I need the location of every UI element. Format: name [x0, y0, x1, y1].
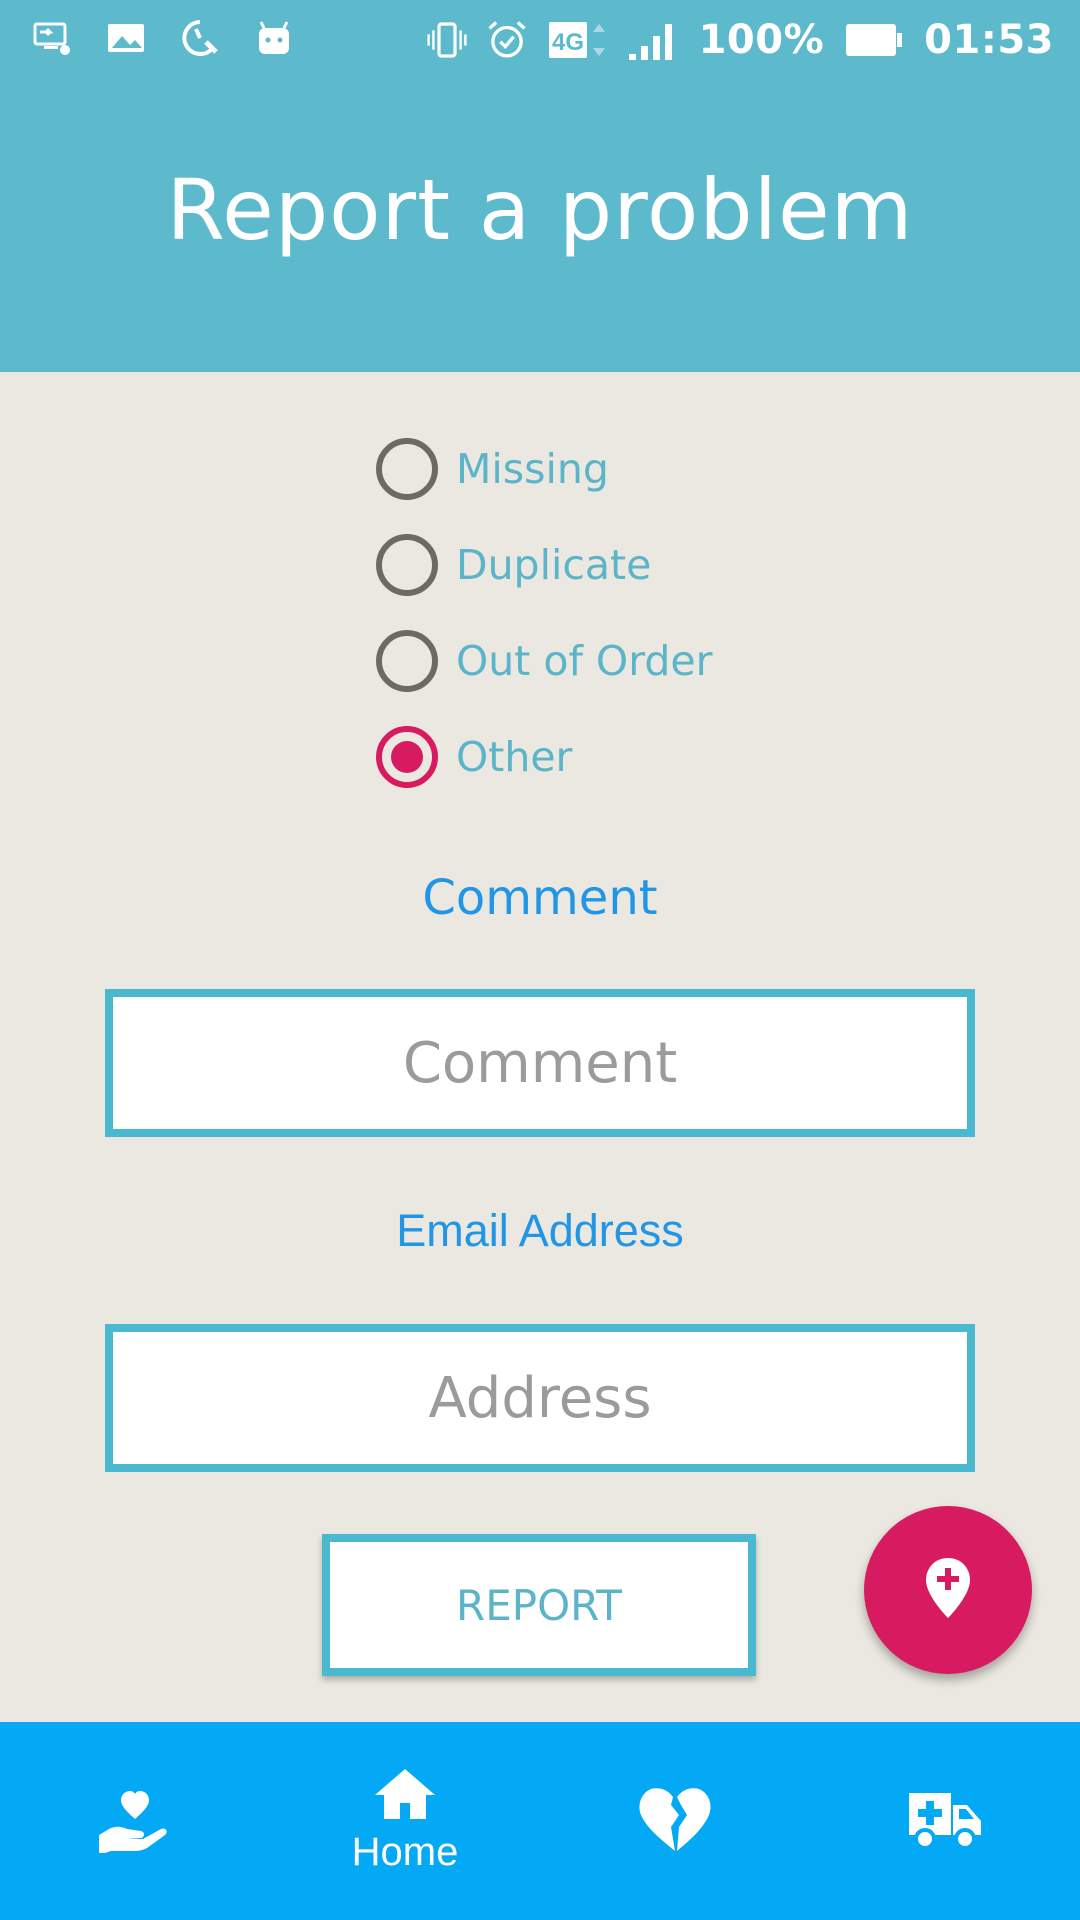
status-left-icons [32, 18, 294, 58]
android-icon [254, 18, 294, 58]
home-icon [373, 1767, 437, 1826]
radio-button-selected[interactable] [376, 726, 438, 788]
radio-option-out-of-order[interactable]: Out of Order [376, 630, 712, 692]
radio-button[interactable] [376, 438, 438, 500]
radio-selected-dot [391, 741, 423, 773]
radio-label: Duplicate [456, 541, 652, 589]
email-label: Email Address [396, 1205, 684, 1256]
battery-percent: 100% [698, 17, 825, 63]
radio-option-other[interactable]: Other [376, 726, 712, 788]
vibrate-icon [426, 20, 467, 60]
status-bar: 4G 100% 01:53 [0, 0, 1080, 80]
map-marker-plus-icon [924, 1556, 972, 1625]
nav-label-home: Home [351, 1830, 459, 1874]
svg-text:4G: 4G [552, 29, 584, 56]
radio-option-duplicate[interactable]: Duplicate [376, 534, 712, 596]
radio-button[interactable] [376, 630, 438, 692]
radio-label: Out of Order [456, 637, 713, 685]
app-header: Report a problem [0, 80, 1080, 372]
radio-label: Other [456, 733, 573, 781]
status-right-icons: 4G 100% 01:53 [426, 14, 1054, 66]
nav-item-ambulance[interactable] [810, 1722, 1080, 1920]
speed-settings-icon [180, 18, 220, 58]
email-address-input[interactable] [105, 1324, 975, 1472]
nav-item-broken-heart[interactable] [540, 1722, 810, 1920]
ambulance-icon [907, 1787, 983, 1856]
comment-label: Comment [422, 870, 658, 926]
hand-heart-icon [97, 1785, 173, 1858]
report-button[interactable]: REPORT [322, 1534, 756, 1676]
network-4g-icon: 4G [547, 20, 607, 60]
radio-option-missing[interactable]: Missing [376, 438, 712, 500]
screen-cast-icon [32, 18, 72, 58]
add-location-fab[interactable] [864, 1506, 1032, 1674]
nav-item-home[interactable]: Home [270, 1722, 540, 1920]
broken-heart-icon [637, 1785, 713, 1858]
page-title: Report a problem [166, 161, 914, 259]
signal-icon [627, 20, 679, 60]
comment-input[interactable] [105, 989, 975, 1137]
nav-item-donate[interactable] [0, 1722, 270, 1920]
radio-label: Missing [456, 445, 609, 493]
problem-type-radio-group: Missing Duplicate Out of Order Other [376, 438, 712, 822]
radio-button[interactable] [376, 534, 438, 596]
bottom-navigation: Home [0, 1722, 1080, 1920]
image-icon [106, 18, 146, 58]
battery-icon [844, 20, 904, 60]
clock: 01:53 [924, 17, 1054, 63]
report-button-label: REPORT [456, 1580, 622, 1630]
alarm-icon [487, 20, 527, 60]
